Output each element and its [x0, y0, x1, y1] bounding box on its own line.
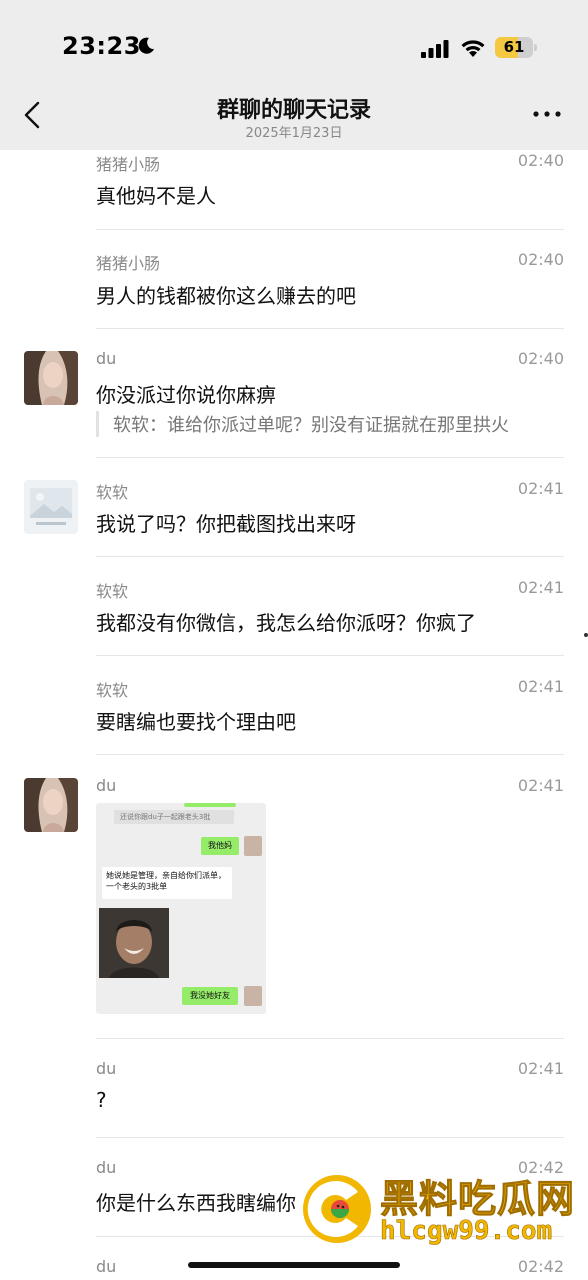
- message-sender: 软软: [96, 483, 129, 502]
- divider: [96, 229, 564, 230]
- message-time: 02:41: [517, 677, 564, 696]
- thumb-bubble-1: 我他妈: [201, 837, 239, 855]
- message-text[interactable]: 男人的钱都被你这么赚去的吧: [96, 280, 356, 309]
- home-indicator[interactable]: [188, 1262, 400, 1268]
- more-options-icon[interactable]: [530, 106, 564, 122]
- message-text[interactable]: 我说了吗？你把截图找出来呀: [96, 508, 356, 537]
- top-bar: 23:23 61 群聊的聊天记录 2025年1月23日: [0, 0, 588, 150]
- wifi-icon: [461, 40, 485, 57]
- divider: [96, 556, 564, 557]
- divider: [96, 655, 564, 656]
- thumb-photo: [99, 908, 169, 978]
- thumb-top-line: 还说你跟du子一起跟老头3批: [114, 810, 234, 824]
- message-time: 02:40: [517, 151, 564, 170]
- message-sender: du: [96, 1257, 117, 1276]
- laughing-man-photo: [99, 908, 169, 978]
- page-title: 群聊的聊天记录: [216, 98, 371, 123]
- battery-icon: 61: [495, 37, 537, 59]
- thumb-avatar: [244, 986, 262, 1006]
- divider: [96, 1137, 564, 1138]
- cellular-signal-icon: [421, 40, 449, 58]
- avatar[interactable]: [24, 778, 78, 832]
- message-text[interactable]: 你是什么东西我瞎编你: [96, 1187, 296, 1216]
- message-text[interactable]: 真他妈不是人: [96, 180, 216, 209]
- watermark-name: 黑料吃瓜网: [379, 1177, 576, 1222]
- message-sender: 猪猪小肠: [96, 155, 161, 174]
- message-sender: du: [96, 1059, 117, 1078]
- avatar[interactable]: [24, 351, 78, 405]
- message-sender: 软软: [96, 681, 129, 700]
- watermark: 黑料吃瓜网 hlcgw99.com: [300, 1164, 588, 1274]
- watermark-url: hlcgw99.com: [380, 1216, 553, 1247]
- scroll-indicator: [584, 633, 588, 637]
- thumb-avatar: [244, 836, 262, 856]
- message-time: 02:41: [517, 776, 564, 795]
- thumb-bubble-3: 我没她好友: [182, 987, 238, 1005]
- message-sender: 猪猪小肠: [96, 254, 161, 273]
- message-sender: du: [96, 349, 117, 368]
- message-text[interactable]: 要瞎编也要找个理由吧: [96, 706, 296, 735]
- image-message-thumbnail[interactable]: 还说你跟du子一起跟老头3批 我他妈 她说她是管理，亲自给你们派单，一个老头的3…: [96, 803, 266, 1014]
- divider: [96, 328, 564, 329]
- message-sender: 软软: [96, 582, 129, 601]
- message-time: 02:41: [517, 479, 564, 498]
- status-time: 23:23: [62, 32, 141, 60]
- message-text[interactable]: ?: [96, 1088, 107, 1112]
- message-sender: du: [96, 776, 117, 795]
- message-sender: du: [96, 1158, 117, 1177]
- message-text[interactable]: 我都没有你微信，我怎么给你派呀？你疯了: [96, 607, 476, 636]
- quoted-reply[interactable]: 软软：谁给你派过单呢？别没有证据就在那里拱火: [96, 411, 509, 437]
- divider: [96, 457, 564, 458]
- divider: [96, 1038, 564, 1039]
- message-text[interactable]: 你没派过你说你麻痹: [96, 379, 276, 408]
- message-time: 02:41: [517, 578, 564, 597]
- divider: [96, 754, 564, 755]
- message-time: 02:40: [517, 349, 564, 368]
- avatar[interactable]: [24, 480, 78, 534]
- message-time: 02:40: [517, 250, 564, 269]
- battery-level: 61: [503, 38, 525, 56]
- watermelon-logo-icon: [303, 1175, 371, 1243]
- moon-icon: [138, 37, 154, 54]
- message-time: 02:41: [517, 1059, 564, 1078]
- chat-date: 2025年1月23日: [245, 126, 343, 141]
- thumb-bubble-2: 她说她是管理，亲自给你们派单，一个老头的3批单: [102, 867, 232, 899]
